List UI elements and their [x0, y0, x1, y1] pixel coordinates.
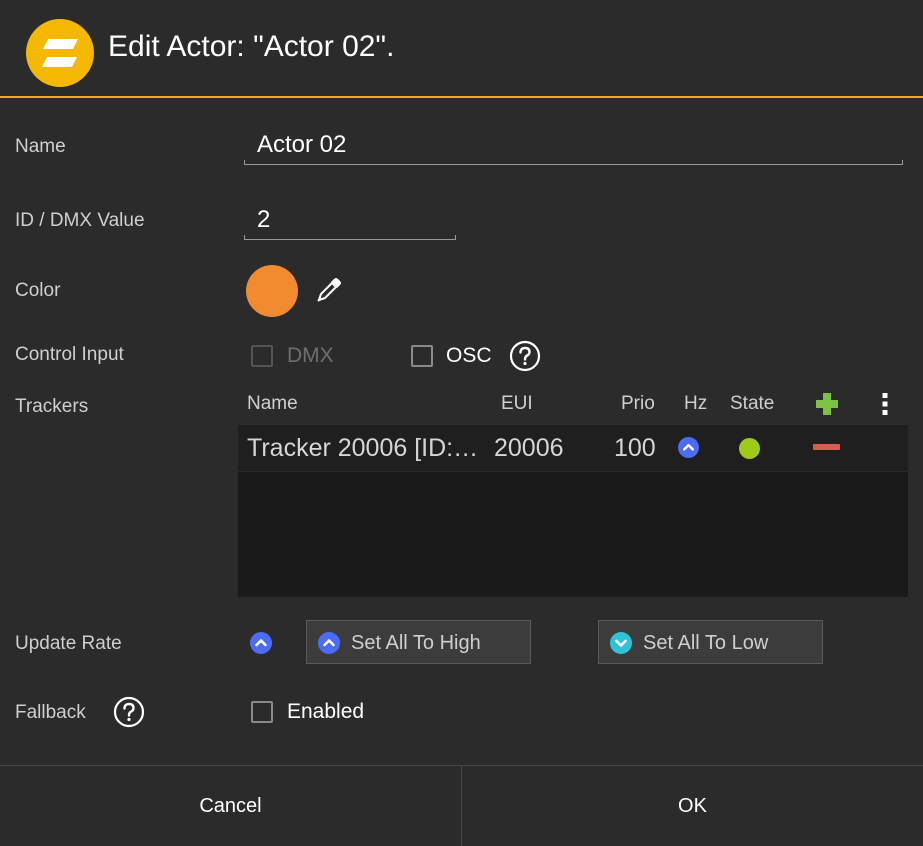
dialog-title: Edit Actor: "Actor 02".: [108, 30, 395, 63]
cancel-button[interactable]: Cancel: [0, 766, 461, 846]
eyedropper-icon[interactable]: [315, 276, 343, 304]
trackers-label: Trackers: [15, 396, 89, 417]
tracker-prio-cell[interactable]: 100: [614, 434, 656, 463]
id-dmx-field-underline: [244, 235, 456, 240]
fallback-enabled-label: Enabled: [287, 700, 365, 723]
col-header-prio[interactable]: Prio: [621, 393, 655, 415]
chevron-down-circle-icon: [610, 632, 632, 654]
color-swatch[interactable]: [246, 265, 298, 317]
help-icon[interactable]: [509, 340, 541, 372]
fallback-label: Fallback: [15, 702, 86, 723]
col-header-hz[interactable]: Hz: [684, 393, 707, 415]
chevron-up-circle-icon: [250, 632, 272, 654]
osc-checkbox-label: OSC: [446, 344, 492, 367]
id-dmx-field[interactable]: [245, 203, 457, 237]
update-rate-label: Update Rate: [15, 633, 122, 654]
color-label: Color: [15, 280, 61, 301]
dialog-footer: Cancel OK: [0, 765, 923, 846]
name-field-underline: [244, 160, 903, 165]
name-field[interactable]: [245, 128, 905, 162]
app-logo-icon: [26, 19, 94, 87]
col-header-eui[interactable]: EUI: [501, 393, 533, 415]
tracker-name-cell: Tracker 20006 [ID:…: [247, 434, 479, 462]
set-all-low-label: Set All To Low: [643, 632, 769, 654]
set-all-high-button[interactable]: Set All To High: [306, 620, 531, 664]
control-input-label: Control Input: [15, 344, 124, 365]
status-dot-icon: [739, 438, 760, 459]
add-tracker-icon[interactable]: [814, 391, 840, 417]
col-header-name[interactable]: Name: [247, 393, 298, 415]
edit-actor-dialog: Edit Actor: "Actor 02". Name ID / DMX Va…: [0, 0, 923, 846]
set-all-low-button[interactable]: Set All To Low: [598, 620, 823, 664]
fallback-enabled-checkbox[interactable]: [251, 701, 273, 723]
id-dmx-label: ID / DMX Value: [15, 210, 145, 231]
col-header-state[interactable]: State: [730, 393, 774, 415]
tracker-eui-cell: 20006: [494, 434, 564, 462]
dialog-header: Edit Actor: "Actor 02".: [0, 0, 923, 98]
help-icon[interactable]: [113, 696, 145, 728]
dmx-checkbox[interactable]: [251, 345, 273, 367]
name-label: Name: [15, 136, 66, 157]
remove-tracker-icon[interactable]: [813, 444, 840, 450]
set-all-high-label: Set All To High: [351, 632, 481, 654]
more-options-icon[interactable]: [880, 391, 890, 417]
chevron-up-circle-icon[interactable]: [678, 437, 699, 458]
osc-checkbox[interactable]: [411, 345, 433, 367]
chevron-up-circle-icon: [318, 632, 340, 654]
dmx-checkbox-label: DMX: [287, 344, 334, 367]
ok-button[interactable]: OK: [462, 766, 923, 846]
